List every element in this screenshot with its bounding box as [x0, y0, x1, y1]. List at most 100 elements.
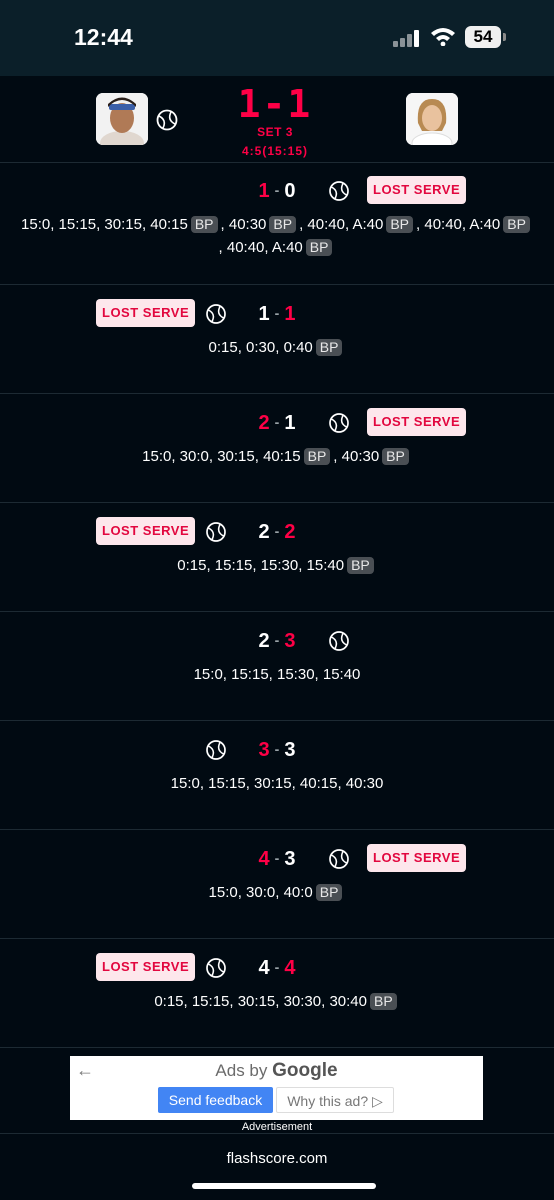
lost-serve-badge: LOST SERVE — [96, 517, 196, 545]
lost-serve-badge: LOST SERVE — [367, 408, 467, 436]
game-score-line: 2-1 LOST SERVE — [0, 408, 554, 438]
break-point-badge: BP — [370, 993, 397, 1010]
tennis-ball-icon — [205, 957, 227, 979]
game-row: 4-3 LOST SERVE 15:0, 30:0, 40:0 BP — [0, 830, 554, 939]
point-sequence: 15:0, 15:15, 30:15, 40:15, 40:30 — [170, 775, 384, 792]
game-score-line: 4-3 LOST SERVE — [0, 844, 554, 874]
set-score: 1-1 — [237, 82, 313, 126]
game-row: 2-3 15:0, 15:15, 15:30, 15:40 — [0, 612, 554, 721]
lost-serve-badge: LOST SERVE — [96, 299, 196, 327]
current-game-score: 4:5(15:15) — [241, 144, 309, 158]
ads-by-text: Ads by — [215, 1061, 268, 1080]
cellular-signal-icon — [393, 29, 423, 47]
game-row: 1-0 LOST SERVE 15:0, 15:15, 30:15, 40:15 BP… — [0, 162, 554, 285]
google-logo: Google — [272, 1060, 338, 1081]
point-sequence: , 40:40, A:40 — [218, 239, 303, 256]
score-separator: - — [274, 182, 280, 198]
break-point-badge: BP — [315, 339, 343, 356]
game-score-line: 2-3 — [0, 626, 554, 656]
point-progression: 0:15, 15:15, 15:30, 15:40 BP — [20, 554, 534, 577]
game-score: 2-2 — [247, 517, 307, 548]
break-point-badge: BP — [269, 216, 297, 233]
home-games: 1 — [258, 303, 270, 325]
point-sequence: 0:15, 0:30, 0:40 — [208, 339, 313, 356]
point-sequence: 15:0, 30:0, 40:0 — [208, 884, 313, 901]
point-progression: 15:0, 30:0, 30:15, 40:15 BP, 40:30 BP — [20, 445, 534, 468]
point-sequence: , 40:40, A:40 — [416, 216, 501, 233]
score-separator: - — [274, 741, 280, 757]
point-sequence: , 40:40, A:40 — [299, 216, 384, 233]
game-score: 1-1 — [247, 299, 307, 330]
battery-icon: 54 — [465, 26, 501, 48]
why-this-ad-label: Why this ad? — [287, 1093, 369, 1109]
point-progression: 15:0, 30:0, 40:0 BP — [20, 881, 534, 904]
advertisement-caption: Advertisement — [241, 1121, 313, 1133]
ad-banner[interactable]: ← Ads by Google Send feedback Why this a… — [70, 1056, 483, 1120]
home-games: 4 — [258, 848, 270, 870]
point-progression: 15:0, 15:15, 15:30, 15:40 — [20, 663, 534, 686]
why-this-ad-button[interactable]: Why this ad? ▷ — [276, 1087, 394, 1113]
ads-by-google-label: Ads by Google — [70, 1060, 483, 1082]
break-point-badge: BP — [303, 448, 331, 465]
site-url[interactable]: flashscore.com — [0, 1150, 554, 1167]
serve-indicator-icon — [156, 109, 178, 131]
battery-tip — [503, 33, 506, 41]
tennis-ball-icon — [328, 848, 350, 870]
game-score: 4-3 — [247, 844, 307, 875]
score-separator: - — [274, 632, 280, 648]
away-games: 3 — [284, 630, 296, 652]
player-two-avatar[interactable] — [406, 93, 458, 145]
score-separator: - — [274, 523, 280, 539]
game-score-line: 1-0 LOST SERVE — [0, 176, 554, 206]
break-point-badge: BP — [315, 884, 343, 901]
point-sequence: 0:15, 15:15, 30:15, 30:30, 30:40 — [154, 993, 367, 1010]
game-score-line: 1-1 LOST SERVE — [0, 299, 554, 329]
lost-serve-badge: LOST SERVE — [96, 953, 196, 981]
point-progression: 15:0, 15:15, 30:15, 40:15, 40:30 — [20, 772, 534, 795]
away-games: 0 — [284, 180, 296, 202]
game-row: 3-3 15:0, 15:15, 30:15, 40:15, 40:30 — [0, 721, 554, 830]
score-separator: - — [274, 850, 280, 866]
game-score: 1-0 — [247, 176, 307, 207]
game-score-line: 3-3 — [0, 735, 554, 765]
point-progression: 0:15, 15:15, 30:15, 30:30, 30:40 BP — [20, 990, 534, 1013]
footer-divider — [0, 1133, 554, 1134]
score-separator: - — [274, 959, 280, 975]
tennis-ball-icon — [328, 412, 350, 434]
point-progression: 15:0, 15:15, 30:15, 40:15 BP, 40:30 BP, 40… — [20, 213, 534, 259]
away-games: 1 — [284, 303, 296, 325]
score-separator: - — [274, 414, 280, 430]
away-games: 4 — [284, 957, 296, 979]
break-point-badge: BP — [503, 216, 530, 233]
game-score: 3-3 — [247, 735, 307, 766]
break-point-badge: BP — [190, 216, 218, 233]
home-games: 2 — [258, 412, 270, 434]
home-games: 4 — [258, 957, 270, 979]
send-feedback-button[interactable]: Send feedback — [158, 1087, 273, 1113]
status-bar: 12:44 54 — [0, 0, 554, 76]
home-games: 2 — [258, 630, 270, 652]
point-sequence: , 40:30 — [333, 448, 380, 465]
home-indicator[interactable] — [192, 1183, 376, 1189]
game-score: 4-4 — [247, 953, 307, 984]
game-row: 2-1 LOST SERVE 15:0, 30:0, 30:15, 40:15 BP,… — [0, 394, 554, 503]
break-point-badge: BP — [386, 216, 414, 233]
break-point-badge: BP — [305, 239, 333, 256]
game-row: 1-1 LOST SERVE 0:15, 0:30, 0:40 BP — [0, 285, 554, 394]
home-games: 1 — [258, 180, 270, 202]
tennis-ball-icon — [205, 739, 227, 761]
status-time: 12:44 — [74, 24, 133, 50]
game-score: 2-3 — [247, 626, 307, 657]
point-sequence: 15:0, 15:15, 15:30, 15:40 — [193, 666, 361, 683]
tennis-ball-icon — [205, 303, 227, 325]
tennis-ball-icon — [205, 521, 227, 543]
lost-serve-badge: LOST SERVE — [367, 844, 467, 872]
player-one-avatar[interactable] — [96, 93, 148, 145]
point-sequence: , 40:30 — [220, 216, 267, 233]
game-score-line: 4-4 LOST SERVE — [0, 953, 554, 983]
game-score-line: 2-2 LOST SERVE — [0, 517, 554, 547]
game-row: 4-4 LOST SERVE 0:15, 15:15, 30:15, 30:30, … — [0, 939, 554, 1048]
match-header: 1-1 SET 3 4:5(15:15) — [0, 76, 554, 163]
away-games: 3 — [284, 739, 296, 761]
game-score: 2-1 — [247, 408, 307, 439]
